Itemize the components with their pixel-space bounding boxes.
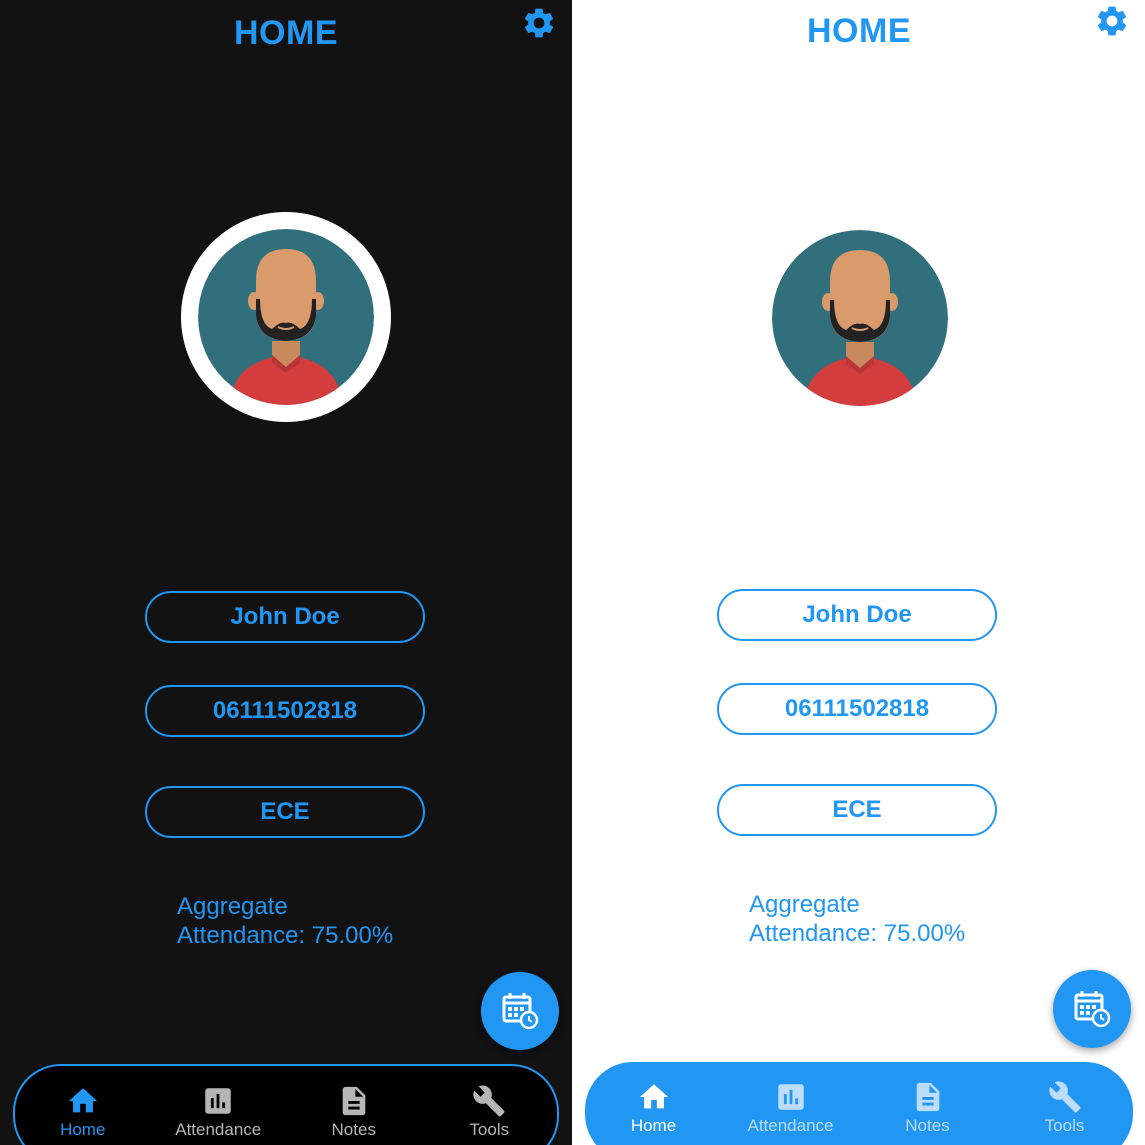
branch-field: ECE [145,786,425,838]
aggregate-line-2: Attendance: 75.00% [177,922,394,949]
document-icon [916,1082,939,1112]
nav-item-attendance[interactable]: Attendance [151,1066,287,1140]
avatar-man-icon [772,230,948,406]
gear-icon[interactable] [521,5,557,41]
avatar-man-icon [198,229,374,405]
profile-avatar [772,230,948,406]
bar-chart-icon [777,1084,804,1110]
aggregate-attendance-text: Aggregate Attendance: 75.00% [177,892,393,950]
nav-item-notes[interactable]: Notes [860,1062,996,1136]
nav-item-tools[interactable]: Tools [422,1066,558,1140]
nav-item-notes[interactable]: Notes [286,1066,422,1140]
wrench-icon [1048,1081,1081,1113]
nav-label-home: Home [630,1116,677,1135]
document-icon [342,1086,366,1116]
home-icon [68,1088,97,1113]
bottom-nav-bar: Home Attendance Notes Tools [585,1062,1133,1145]
page-title: HOME [234,14,338,52]
calendar-clock-icon [502,993,539,1030]
page-title: HOME [807,12,911,50]
light-theme-screen: HOME John Doe 06111502818 ECE Aggregate … [573,0,1145,1145]
nav-item-tools[interactable]: Tools [997,1062,1133,1136]
calendar-fab-button[interactable] [1053,970,1131,1048]
calendar-fab-button[interactable] [481,972,559,1050]
nav-item-home[interactable]: Home [15,1066,151,1140]
branch-field: ECE [717,784,997,836]
nav-label-tools: Tools [469,1120,510,1139]
nav-label-notes: Notes [905,1116,950,1135]
id-field: 06111502818 [717,683,997,735]
nav-label-home: Home [60,1120,106,1139]
nav-label-tools: Tools [1044,1116,1085,1135]
profile-avatar [181,212,391,422]
nav-label-notes: Notes [331,1120,376,1139]
aggregate-line-1: Aggregate [749,891,860,918]
aggregate-attendance-text: Aggregate Attendance: 75.00% [749,890,965,948]
name-field: John Doe [717,589,997,641]
dark-theme-screen: HOME John Doe 06111502818 ECE Aggregate … [0,0,572,1145]
gear-icon[interactable] [1094,3,1130,39]
wrench-icon [473,1085,505,1117]
id-field: 06111502818 [145,685,425,737]
aggregate-line-2: Attendance: 75.00% [749,920,966,947]
nav-item-attendance[interactable]: Attendance [723,1062,859,1136]
bar-chart-icon [205,1088,231,1114]
home-icon [639,1084,668,1109]
nav-label-attendance: Attendance [175,1120,262,1139]
aggregate-line-1: Aggregate [177,893,288,920]
nav-label-attendance: Attendance [747,1116,834,1135]
nav-item-home[interactable]: Home [586,1062,722,1136]
bottom-nav-bar: Home Attendance Notes Tools [13,1064,559,1145]
name-field: John Doe [145,591,425,643]
calendar-clock-icon [1074,991,1111,1028]
